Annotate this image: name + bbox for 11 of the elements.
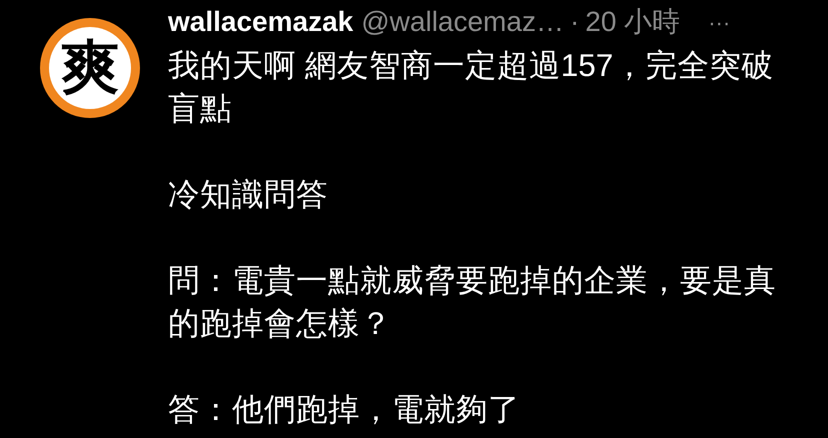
post-paragraph: 冷知識問答 [168,175,329,214]
more-button[interactable]: ··· [708,6,730,38]
post-paragraph: 我的天啊 網友智商一定超過157，完全突破盲點 [168,46,774,128]
handle[interactable]: @wallacemaz… [361,1,564,43]
separator: · [570,5,580,39]
display-name[interactable]: wallacemazak [168,1,354,43]
timestamp: 20 小時 [585,5,680,39]
avatar[interactable]: 爽 [40,18,140,118]
avatar-glyph: 爽 [61,39,119,97]
post-paragraph: 答：他們跑掉，電就夠了 [168,390,521,429]
post-paragraph: 問：電貴一點就威脅要跑掉的企業，要是真的跑掉會怎樣？ [168,261,777,343]
